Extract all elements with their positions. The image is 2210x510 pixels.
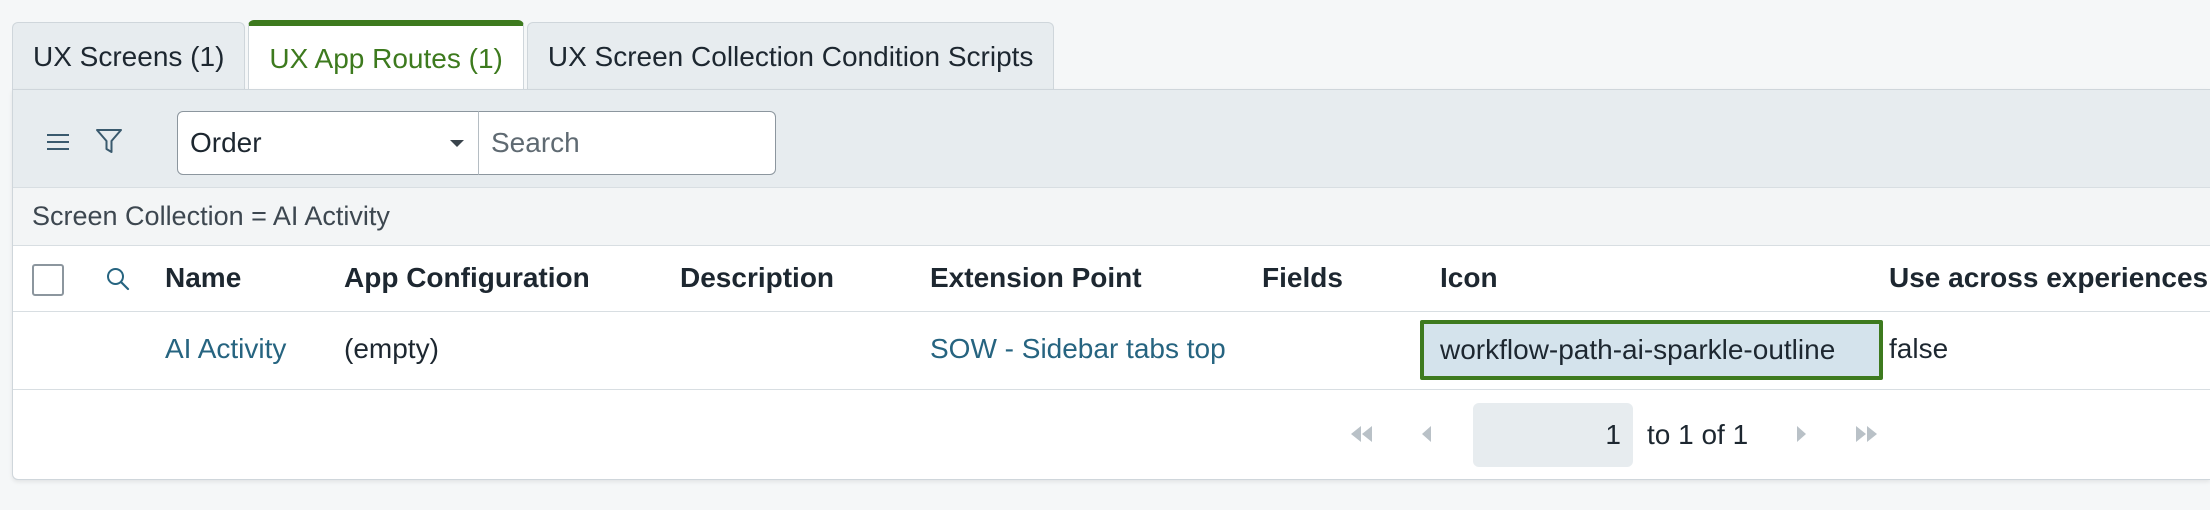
column-header-description[interactable]: Description [680,262,834,294]
list-toolbar: Order [13,90,2210,188]
tab-bar: UX Screens (1) UX App Routes (1) UX Scre… [12,20,1057,91]
select-all-checkbox[interactable] [32,264,64,296]
column-header-extension-point[interactable]: Extension Point [930,262,1142,294]
column-header-name[interactable]: Name [165,262,241,294]
column-header-use-across-experiences[interactable]: Use across experiences [1889,262,2208,294]
field-select-value: Order [190,127,262,158]
next-page-icon[interactable] [1783,416,1819,452]
column-header-fields[interactable]: Fields [1262,262,1343,294]
filter-funnel-icon[interactable] [84,116,134,166]
first-page-icon[interactable] [1343,416,1379,452]
tab-ux-screens[interactable]: UX Screens (1) [12,22,246,90]
previous-page-icon[interactable] [1409,416,1445,452]
hamburger-menu-icon[interactable] [33,117,83,167]
search-icon[interactable] [94,255,142,303]
field-select[interactable]: Order [177,111,479,175]
search-input[interactable] [478,111,776,175]
name-link[interactable]: AI Activity [165,333,286,365]
column-header-app-configuration[interactable]: App Configuration [344,262,590,294]
page-number-input[interactable] [1473,403,1633,467]
icon-cell-selected[interactable]: workflow-path-ai-sparkle-outline [1420,320,1883,380]
last-page-icon[interactable] [1849,416,1885,452]
chevron-down-icon [450,140,464,147]
page-range-text: to 1 of 1 [1647,419,1749,450]
app-configuration-cell[interactable]: (empty) [344,333,439,365]
icon-cell-value: workflow-path-ai-sparkle-outline [1440,334,1836,365]
tab-ux-screen-collection-condition-scripts[interactable]: UX Screen Collection Condition Scripts [526,22,1055,90]
column-header-icon[interactable]: Icon [1440,262,1498,294]
tab-ux-app-routes[interactable]: UX App Routes (1) [248,20,524,91]
breadcrumb-condition[interactable]: Screen Collection = AI Activity [32,201,390,232]
table-row: AI Activity (empty) SOW - Sidebar tabs t… [13,312,2210,390]
extension-point-link[interactable]: SOW - Sidebar tabs top [930,333,1226,365]
pagination: to 1 of 1 [13,390,2210,480]
breadcrumb[interactable]: Screen Collection = AI Activity [13,188,2210,246]
use-across-experiences-cell[interactable]: false [1889,333,1948,365]
related-list-panel: Order Screen Collection = AI Activity Na… [12,89,2210,480]
table-header-row: Name App Configuration Description Exten… [13,246,2210,312]
